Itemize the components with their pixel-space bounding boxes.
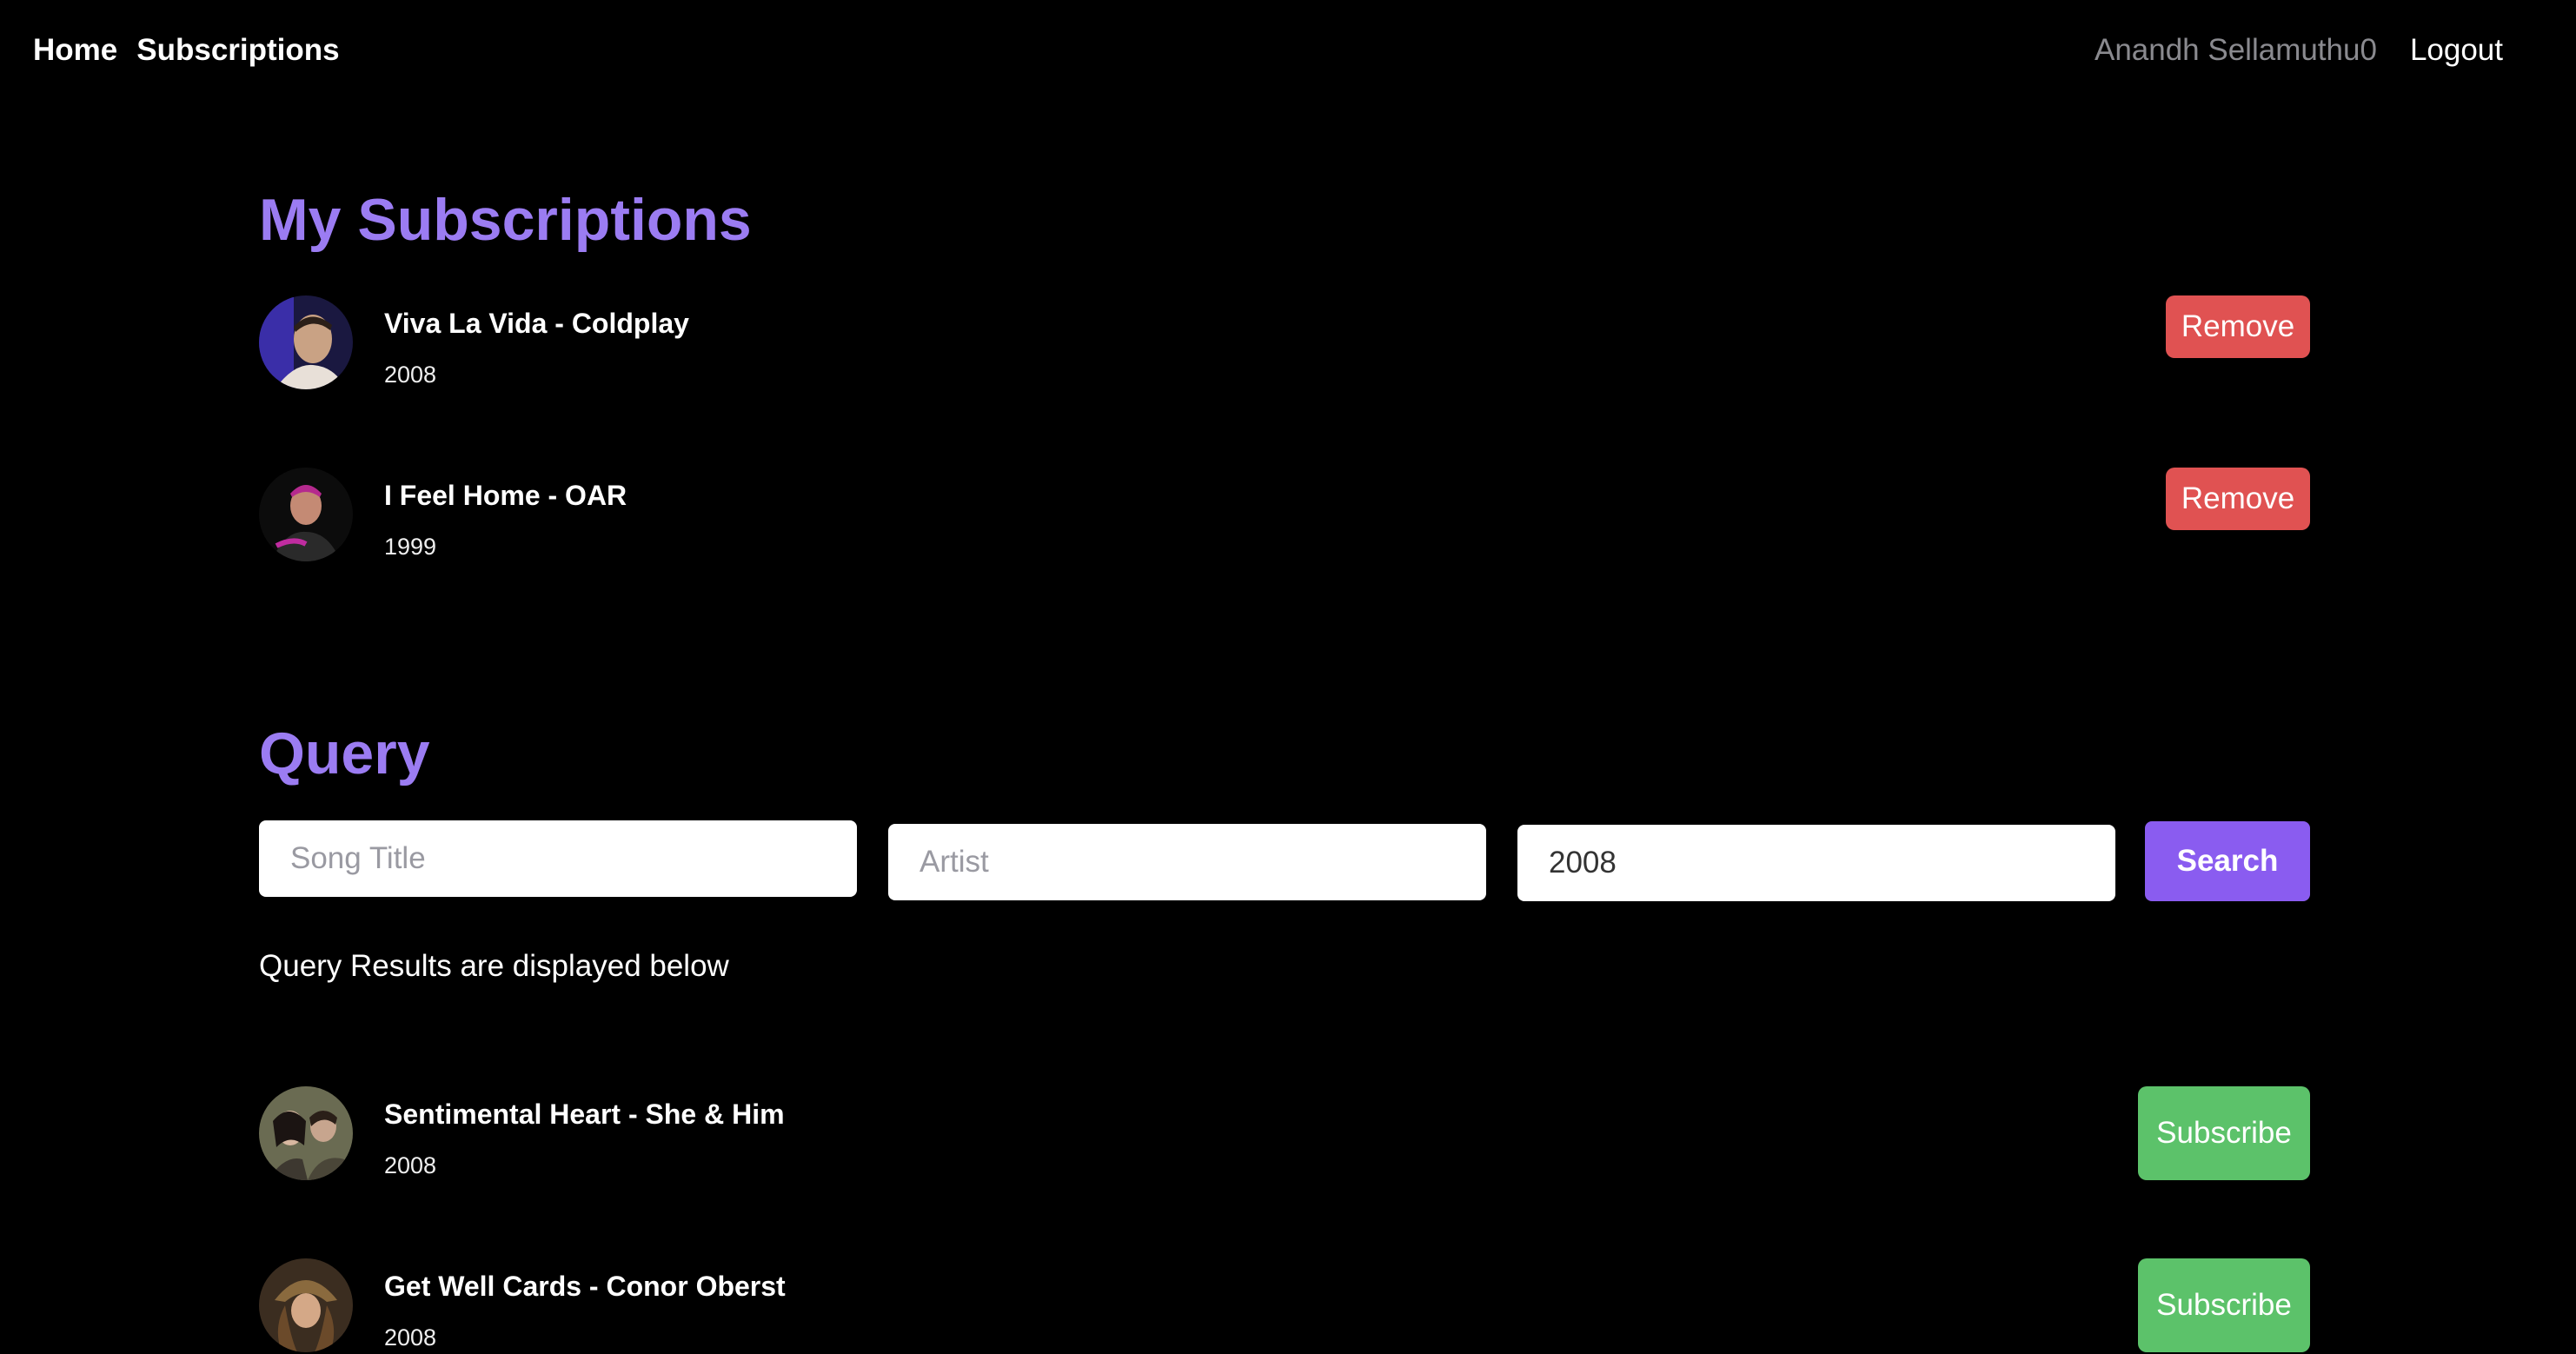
song-title-input[interactable] bbox=[259, 820, 857, 897]
search-button[interactable]: Search bbox=[2145, 821, 2310, 901]
nav-home-link[interactable]: Home bbox=[33, 33, 117, 68]
nav-subscriptions-link[interactable]: Subscriptions bbox=[136, 33, 339, 68]
subscribe-button[interactable]: Subscribe bbox=[2138, 1258, 2310, 1352]
song-year: 2008 bbox=[384, 1324, 437, 1351]
navbar: Home Subscriptions Anandh Sellamuthu0 Lo… bbox=[0, 0, 2576, 106]
nav-user-area: Anandh Sellamuthu0 Logout bbox=[2095, 33, 2503, 68]
song-title: I Feel Home - OAR bbox=[384, 480, 627, 511]
artist-avatar bbox=[259, 295, 353, 389]
remove-button[interactable]: Remove bbox=[2166, 468, 2310, 530]
song-year: 2008 bbox=[384, 1152, 437, 1178]
artist-avatar bbox=[259, 468, 353, 561]
logout-link[interactable]: Logout bbox=[2410, 33, 2503, 68]
nav-links: Home Subscriptions bbox=[33, 33, 340, 68]
artist-input[interactable] bbox=[888, 824, 1486, 900]
song-year: 1999 bbox=[384, 534, 437, 560]
song-title: Get Well Cards - Conor Oberst bbox=[384, 1271, 786, 1302]
song-year: 2008 bbox=[384, 362, 437, 388]
song-title: Sentimental Heart - She & Him bbox=[384, 1098, 785, 1130]
query-section: Query bbox=[259, 720, 2310, 787]
query-heading: Query bbox=[259, 720, 430, 787]
results-note: Query Results are displayed below bbox=[259, 949, 729, 983]
artist-avatar bbox=[259, 1258, 353, 1352]
list-item: Viva La Vida - Coldplay 2008 Remove bbox=[259, 295, 2310, 391]
remove-button[interactable]: Remove bbox=[2166, 295, 2310, 358]
list-item: Get Well Cards - Conor Oberst 2008 Subsc… bbox=[259, 1258, 2310, 1354]
list-item: Sentimental Heart - She & Him 2008 Subsc… bbox=[259, 1086, 2310, 1182]
subscriptions-section: My Subscriptions bbox=[259, 186, 2310, 254]
artist-avatar bbox=[259, 1086, 353, 1180]
user-name: Anandh Sellamuthu0 bbox=[2094, 33, 2377, 67]
song-title: Viva La Vida - Coldplay bbox=[384, 308, 689, 339]
list-item: I Feel Home - OAR 1999 Remove bbox=[259, 468, 2310, 563]
year-input[interactable] bbox=[1517, 825, 2115, 901]
query-row: Search bbox=[259, 817, 2310, 904]
subscriptions-heading: My Subscriptions bbox=[259, 187, 752, 253]
subscribe-button[interactable]: Subscribe bbox=[2138, 1086, 2310, 1180]
